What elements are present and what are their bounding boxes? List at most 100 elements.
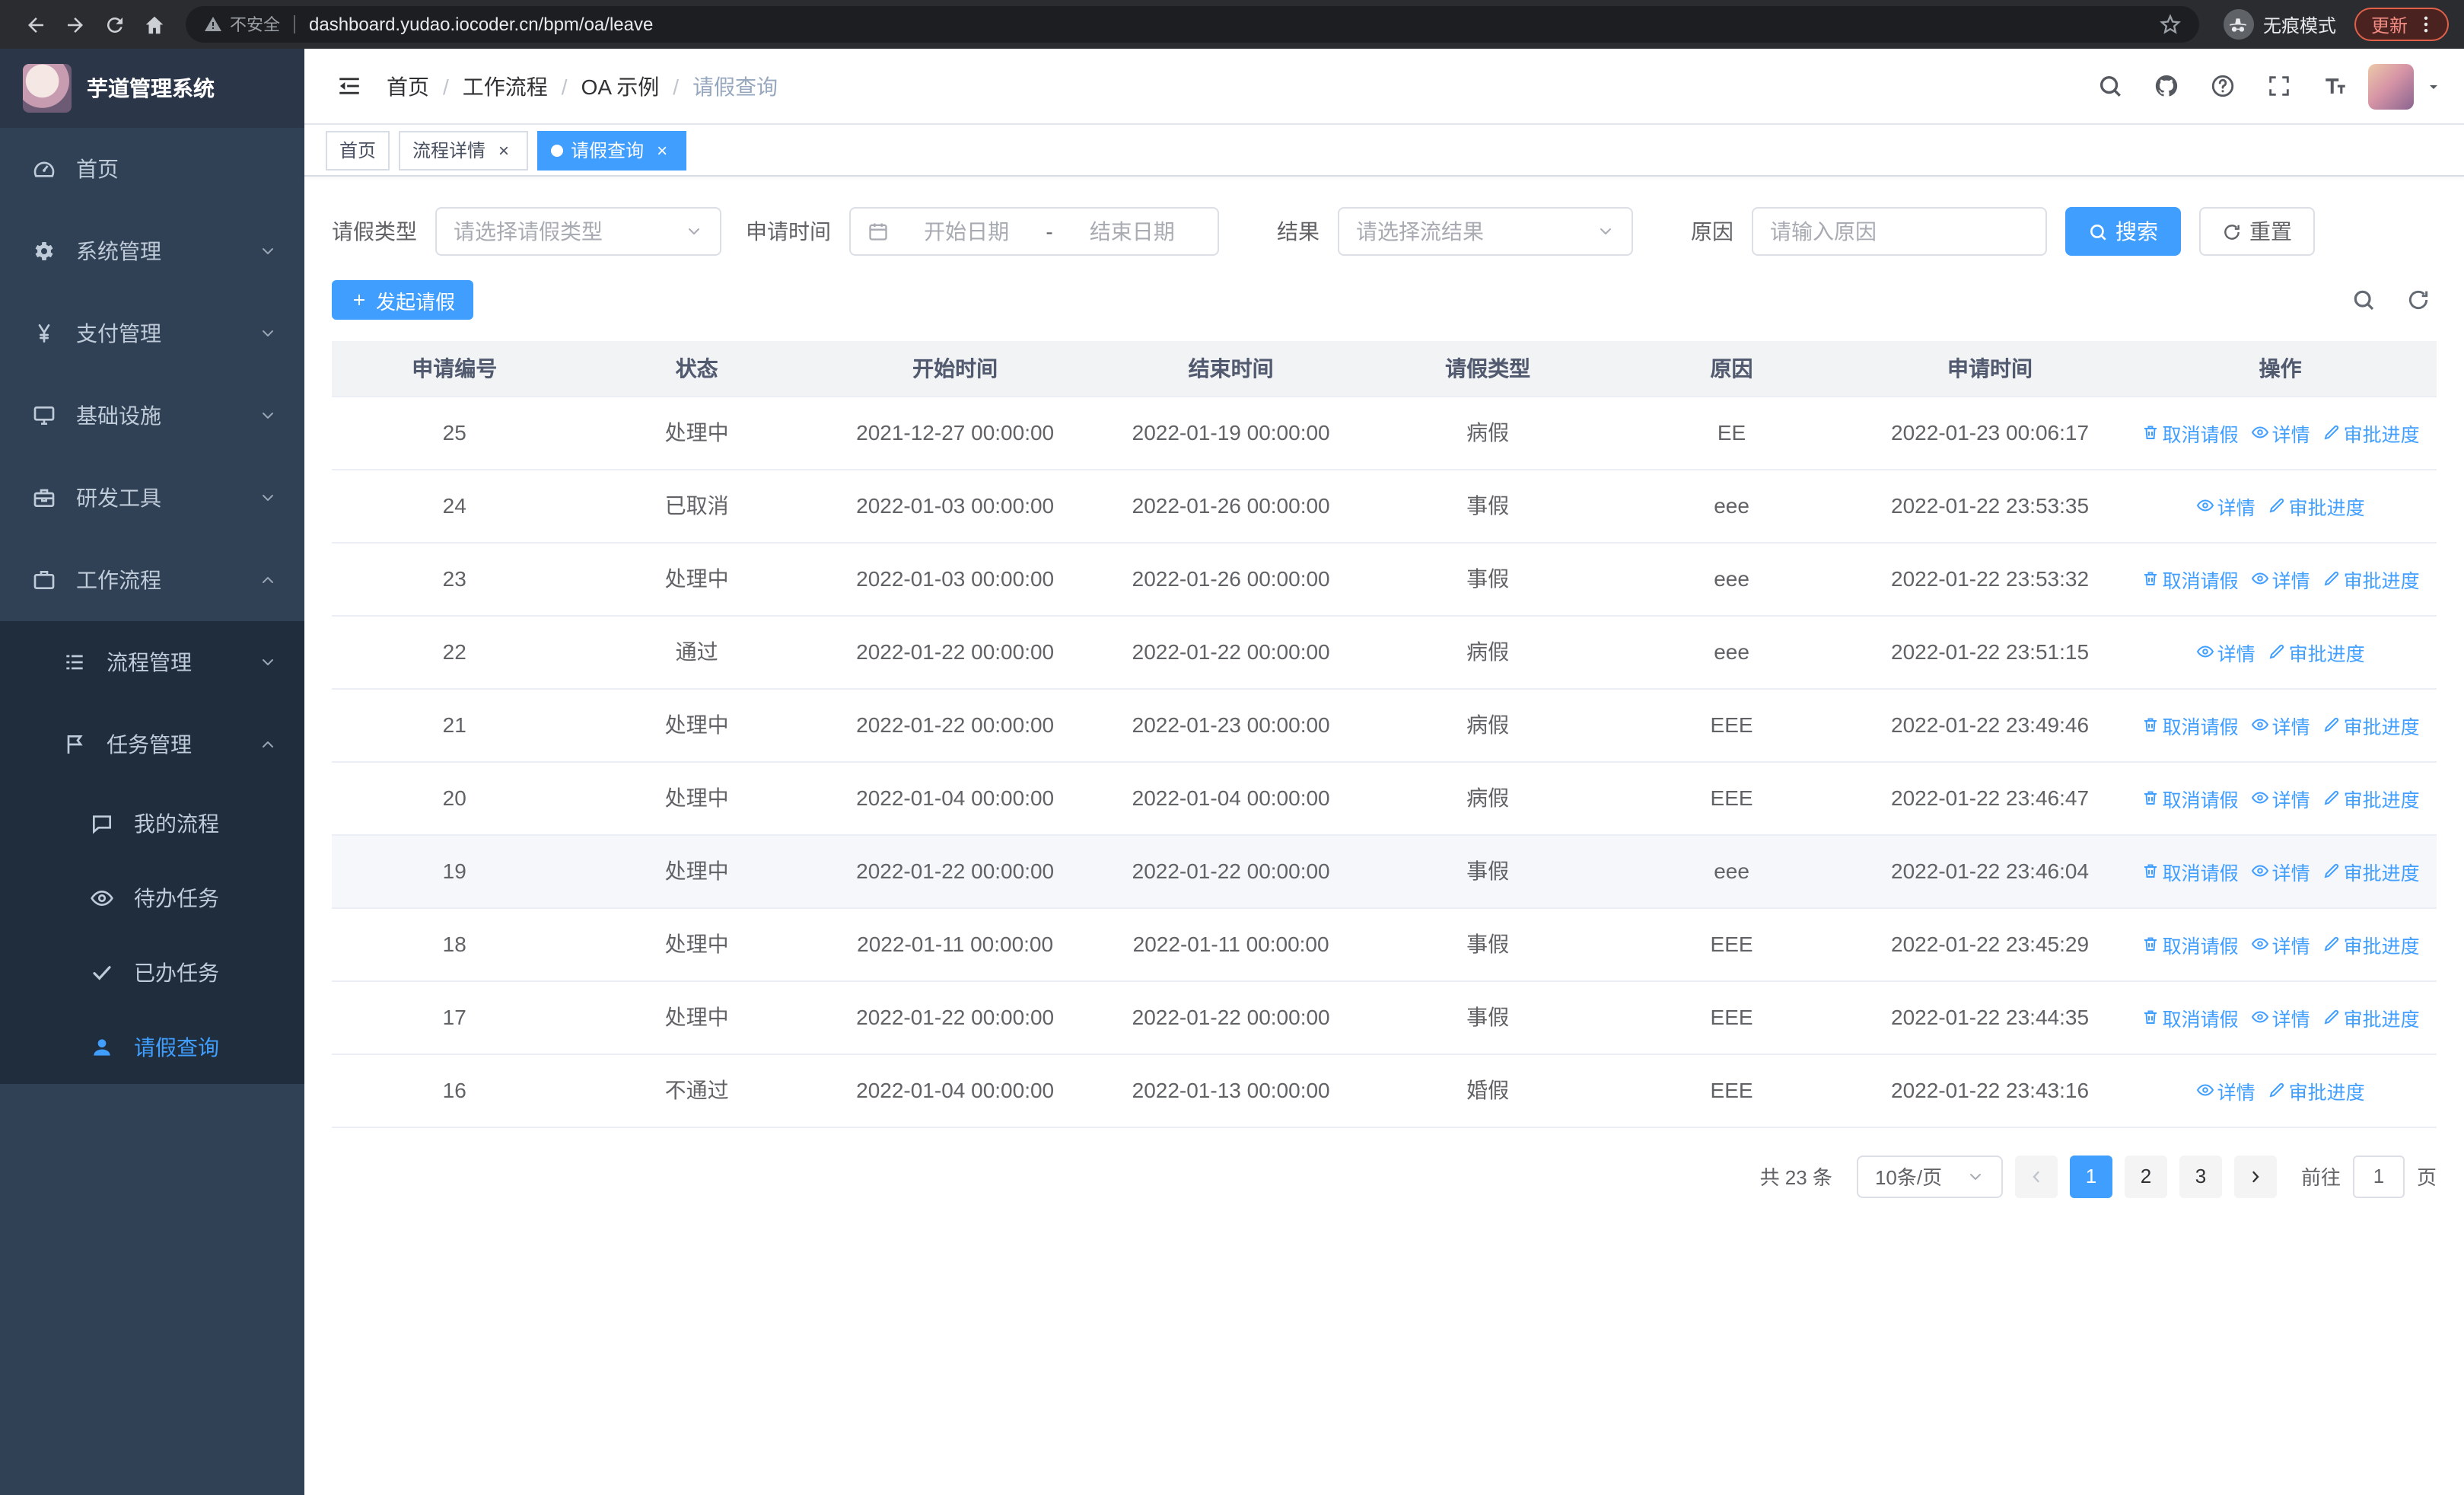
action-detail-link[interactable]: 详情 [2251, 856, 2310, 885]
sidebar-item-label: 请假查询 [134, 1034, 219, 1059]
action-progress-link[interactable]: 审批进度 [2322, 1003, 2420, 1031]
sidebar-item-task-mgmt[interactable]: 任务管理 [0, 703, 304, 786]
result-input[interactable] [1356, 219, 1587, 244]
action-progress-link[interactable]: 审批进度 [2322, 564, 2420, 593]
end-date-input[interactable] [1063, 219, 1201, 244]
create-leave-button[interactable]: 发起请假 [332, 280, 474, 320]
action-detail-link[interactable]: 详情 [2251, 710, 2310, 739]
browser-reload-icon[interactable] [94, 5, 134, 44]
address-bar[interactable]: 不安全 dashboard.yudao.iocoder.cn/bpm/oa/le… [186, 6, 2199, 43]
page-button-1[interactable]: 1 [2069, 1155, 2112, 1197]
browser-update-chip[interactable]: 更新 [2354, 8, 2449, 41]
action-detail-link[interactable]: 详情 [2196, 637, 2255, 666]
prev-page-button[interactable] [2014, 1155, 2058, 1197]
action-detail-link[interactable]: 详情 [2251, 418, 2310, 447]
action-detail-link[interactable]: 详情 [2251, 783, 2310, 812]
action-cancel-link[interactable]: 取消请假 [2141, 783, 2239, 812]
next-page-button[interactable] [2233, 1155, 2277, 1197]
action-progress-link[interactable]: 审批进度 [2322, 783, 2420, 812]
sidebar-item-infrastructure[interactable]: 基础设施 [0, 375, 304, 457]
action-cancel-link[interactable]: 取消请假 [2141, 710, 2239, 739]
cell-apply-time: 2022-01-22 23:53:35 [1855, 469, 2125, 543]
active-tab-dot [551, 144, 564, 156]
sidebar-item-workflow[interactable]: 工作流程 [0, 539, 304, 621]
action-detail-link[interactable]: 详情 [2251, 564, 2310, 593]
eye-icon [2251, 862, 2269, 880]
security-warning[interactable]: 不安全 [204, 12, 280, 37]
action-progress-link[interactable]: 审批进度 [2268, 1076, 2365, 1105]
action-cancel-link[interactable]: 取消请假 [2141, 856, 2239, 885]
action-progress-link[interactable]: 审批进度 [2268, 637, 2365, 666]
browser-home-icon[interactable] [134, 5, 173, 44]
font-size-icon[interactable] [2312, 63, 2357, 109]
tab-label: 请假查询 [571, 140, 645, 161]
action-progress-link[interactable]: 审批进度 [2322, 418, 2420, 447]
date-range-picker[interactable]: - [849, 207, 1219, 256]
reset-button[interactable]: 重置 [2199, 207, 2315, 256]
github-icon[interactable] [2143, 63, 2189, 109]
tab-home[interactable]: 首页 [326, 130, 390, 170]
sidebar-item-my-process[interactable]: 我的流程 [0, 786, 304, 860]
close-tab-icon[interactable]: × [651, 139, 673, 161]
sidebar-collapse-icon[interactable] [326, 63, 371, 109]
action-progress-link[interactable]: 审批进度 [2322, 929, 2420, 958]
browser-forward-icon[interactable] [55, 5, 94, 44]
page-size-select[interactable]: 10条/页 [1856, 1155, 2003, 1197]
screen: 不安全 dashboard.yudao.iocoder.cn/bpm/oa/le… [0, 0, 2464, 1495]
sidebar-item-payment[interactable]: 支付管理 [0, 292, 304, 375]
sidebar-item-home[interactable]: 首页 [0, 128, 304, 210]
action-detail-link[interactable]: 详情 [2196, 491, 2255, 520]
page-button-3[interactable]: 3 [2179, 1155, 2222, 1197]
reset-button-label: 重置 [2249, 219, 2292, 244]
browser-back-icon[interactable] [15, 5, 55, 44]
action-progress-link[interactable]: 审批进度 [2322, 856, 2420, 885]
page-button-2[interactable]: 2 [2124, 1155, 2167, 1197]
action-cancel-link[interactable]: 取消请假 [2141, 418, 2239, 447]
bookmark-star-icon[interactable] [2160, 14, 2181, 35]
action-progress-link[interactable]: 审批进度 [2268, 491, 2365, 520]
sidebar-item-system[interactable]: 系统管理 [0, 210, 304, 292]
sidebar-item-todo-tasks[interactable]: 待办任务 [0, 860, 304, 935]
trash-icon [2141, 716, 2160, 734]
pagination-total: 共 23 条 [1759, 1166, 1832, 1189]
action-progress-link[interactable]: 审批进度 [2322, 710, 2420, 739]
leave-type-select[interactable] [435, 207, 721, 256]
help-icon[interactable] [2199, 63, 2245, 109]
avatar-caret-icon[interactable] [2424, 77, 2443, 95]
action-detail-link[interactable]: 详情 [2251, 929, 2310, 958]
sidebar-item-done-tasks[interactable]: 已办任务 [0, 935, 304, 1009]
header-search-icon[interactable] [2087, 63, 2132, 109]
action-detail-link[interactable]: 详情 [2251, 1003, 2310, 1031]
toggle-search-icon[interactable] [2351, 288, 2376, 312]
sidebar-item-process-mgmt[interactable]: 流程管理 [0, 621, 304, 703]
refresh-table-icon[interactable] [2406, 288, 2431, 312]
tab-leave-query[interactable]: 请假查询 × [537, 130, 687, 170]
reason-input[interactable] [1770, 219, 2029, 244]
leave-type-input[interactable] [454, 219, 676, 244]
breadcrumb-item[interactable]: 首页 [387, 71, 429, 101]
search-button[interactable]: 搜索 [2065, 207, 2181, 256]
cell-reason: EEE [1607, 1054, 1856, 1127]
sidebar-item-label: 工作流程 [76, 568, 161, 592]
close-tab-icon[interactable]: × [493, 139, 514, 161]
sidebar-item-leave-query[interactable]: 请假查询 [0, 1009, 304, 1084]
reason-field[interactable] [1752, 207, 2047, 256]
edit-icon [2268, 1081, 2286, 1099]
sidebar-item-dev-tools[interactable]: 研发工具 [0, 457, 304, 539]
action-detail-link[interactable]: 详情 [2196, 1076, 2255, 1105]
browser-menu-dots-icon[interactable] [2415, 14, 2437, 35]
goto-page-input[interactable] [2352, 1155, 2405, 1197]
action-cancel-link[interactable]: 取消请假 [2141, 1003, 2239, 1031]
action-cancel-link[interactable]: 取消请假 [2141, 929, 2239, 958]
start-date-input[interactable] [898, 219, 1036, 244]
tab-process-detail[interactable]: 流程详情 × [399, 130, 529, 170]
breadcrumb-item[interactable]: 工作流程 [463, 71, 548, 101]
breadcrumb-item[interactable]: OA 示例 [581, 71, 660, 101]
column-header: 申请时间 [1855, 341, 2125, 397]
breadcrumb-separator: / [443, 74, 449, 98]
result-select[interactable] [1338, 207, 1633, 256]
action-cancel-link[interactable]: 取消请假 [2141, 564, 2239, 593]
user-avatar[interactable] [2368, 63, 2414, 109]
cell-status: 处理中 [577, 834, 817, 908]
fullscreen-icon[interactable] [2255, 63, 2301, 109]
